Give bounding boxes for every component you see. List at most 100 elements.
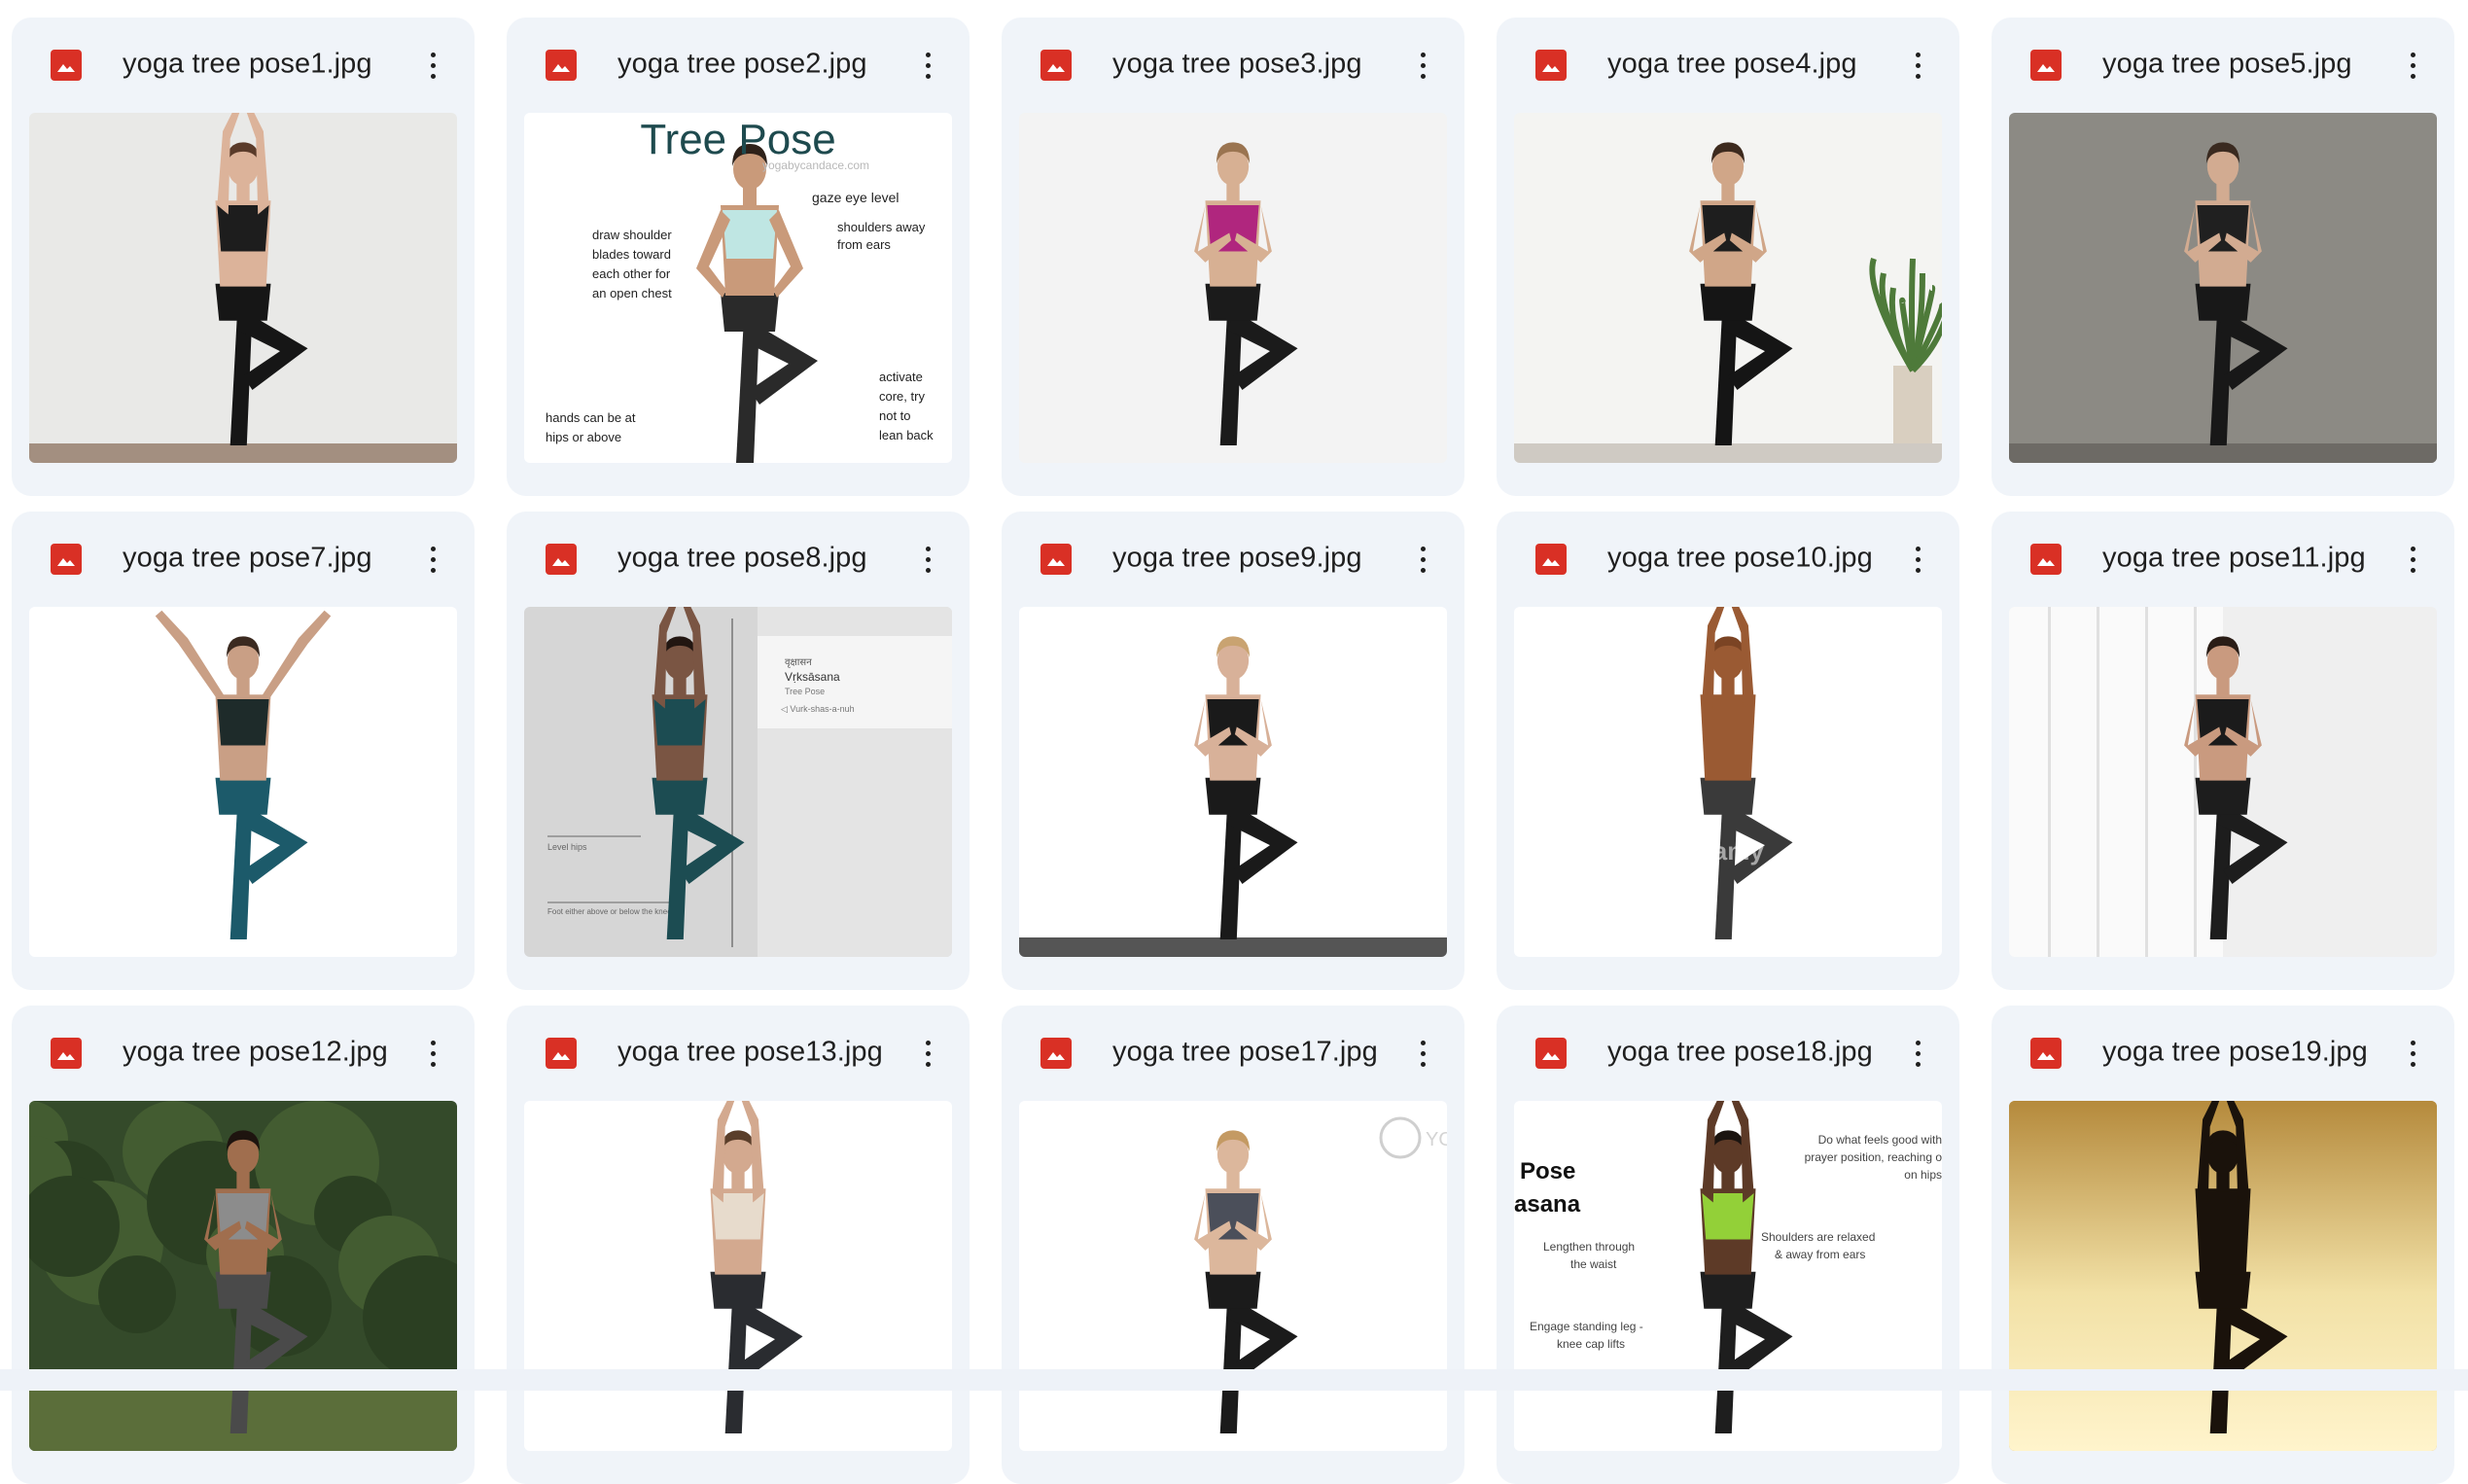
more-options-icon[interactable] bbox=[2398, 538, 2427, 581]
file-card[interactable]: yoga tree pose9.jpg bbox=[1002, 512, 1464, 990]
file-card[interactable]: yoga tree pose3.jpg bbox=[1002, 18, 1464, 496]
more-options-icon[interactable] bbox=[913, 1032, 942, 1075]
logo-text: YO BA bbox=[1426, 1129, 1447, 1150]
file-card[interactable]: yoga tree pose7.jpg bbox=[12, 512, 475, 990]
file-card[interactable]: yoga tree pose17.jpg YO BA bbox=[1002, 1006, 1464, 1484]
dot bbox=[1916, 557, 1921, 562]
file-card[interactable]: yoga tree pose18.jpg Pose asana Lengthen th… bbox=[1497, 1006, 1959, 1484]
file-thumbnail[interactable]: YO BA bbox=[1019, 1101, 1447, 1451]
dot bbox=[926, 1062, 931, 1067]
file-card[interactable]: yoga tree pose1.jpg bbox=[12, 18, 475, 496]
thumbnail-image: Tree Poseyogabycandace.com gaze eye level… bbox=[524, 113, 952, 463]
blades-label-2: blades toward bbox=[592, 247, 671, 262]
file-card[interactable]: yoga tree pose5.jpg bbox=[1992, 18, 2454, 496]
more-options-icon[interactable] bbox=[1903, 44, 1932, 87]
thumbnail-image bbox=[29, 607, 457, 957]
file-name: yoga tree pose3.jpg bbox=[1112, 48, 1362, 80]
hips bbox=[1700, 283, 1756, 321]
feels-label: Do what feels good with bbox=[1818, 1133, 1942, 1147]
file-name: yoga tree pose4.jpg bbox=[1607, 48, 1857, 80]
more-options-icon[interactable] bbox=[913, 538, 942, 581]
file-card[interactable]: yoga tree pose12.jpg bbox=[12, 1006, 475, 1484]
shoulders-label-2: from ears bbox=[837, 237, 891, 252]
more-options-icon[interactable] bbox=[1903, 1032, 1932, 1075]
floor bbox=[29, 443, 457, 463]
dot bbox=[1916, 63, 1921, 68]
file-card-header: yoga tree pose1.jpg bbox=[12, 18, 475, 113]
dot bbox=[2411, 1041, 2415, 1045]
file-thumbnail[interactable]: वृक्षासन Vṛksāsana Tree Pose ◁ Vurk-shas-a-… bbox=[524, 607, 952, 957]
file-name: yoga tree pose11.jpg bbox=[2102, 542, 2366, 574]
plant-pot bbox=[1893, 366, 1932, 443]
thumbnail-image bbox=[1019, 113, 1447, 463]
top-garment bbox=[217, 205, 269, 252]
dot bbox=[431, 53, 436, 57]
more-options-icon[interactable] bbox=[418, 44, 447, 87]
leg-label: Engage standing leg - bbox=[1530, 1320, 1643, 1333]
file-thumbnail[interactable]: Tree Pose yogabycandace.com gaze eye level… bbox=[524, 113, 952, 463]
file-name: yoga tree pose19.jpg bbox=[2102, 1036, 2368, 1068]
image-file-icon bbox=[2030, 1038, 2062, 1069]
dot bbox=[2411, 63, 2415, 68]
file-card[interactable]: yoga tree pose19.jpg bbox=[1992, 1006, 2454, 1484]
file-thumbnail[interactable] bbox=[2009, 113, 2437, 463]
dot bbox=[1421, 53, 1426, 57]
more-options-icon[interactable] bbox=[2398, 44, 2427, 87]
file-card[interactable]: yoga tree pose4.jpg bbox=[1497, 18, 1959, 496]
file-card[interactable]: yoga tree pose10.jpg alamy bbox=[1497, 512, 1959, 990]
file-name: yoga tree pose2.jpg bbox=[617, 48, 867, 80]
shoulders-relaxed-label: Shoulders are relaxed bbox=[1761, 1230, 1875, 1244]
hips bbox=[215, 777, 271, 815]
thumbnail-image bbox=[2009, 607, 2437, 957]
file-card-header: yoga tree pose4.jpg bbox=[1497, 18, 1959, 113]
file-thumbnail[interactable] bbox=[524, 1101, 952, 1451]
more-options-icon[interactable] bbox=[1408, 538, 1437, 581]
floor bbox=[2009, 443, 2437, 463]
file-thumbnail[interactable] bbox=[2009, 1101, 2437, 1451]
hips bbox=[721, 293, 779, 332]
file-card-header: yoga tree pose19.jpg bbox=[1992, 1006, 2454, 1101]
image-file-icon bbox=[51, 1038, 82, 1069]
dot bbox=[2411, 53, 2415, 57]
floor bbox=[1514, 443, 1942, 463]
file-thumbnail[interactable] bbox=[29, 113, 457, 463]
more-options-icon[interactable] bbox=[2398, 1032, 2427, 1075]
more-options-icon[interactable] bbox=[913, 44, 942, 87]
file-card[interactable]: yoga tree pose13.jpg bbox=[507, 1006, 970, 1484]
file-thumbnail[interactable] bbox=[1514, 113, 1942, 463]
dot bbox=[926, 74, 931, 79]
file-thumbnail[interactable] bbox=[2009, 607, 2437, 957]
more-options-icon[interactable] bbox=[418, 538, 447, 581]
more-options-icon[interactable] bbox=[1408, 44, 1437, 87]
dot bbox=[2411, 1051, 2415, 1056]
file-thumbnail[interactable]: alamy bbox=[1514, 607, 1942, 957]
more-options-icon[interactable] bbox=[418, 1032, 447, 1075]
blades-label-3: each other for bbox=[592, 266, 671, 281]
file-name: yoga tree pose12.jpg bbox=[123, 1036, 388, 1068]
file-card-header: yoga tree pose11.jpg bbox=[1992, 512, 2454, 607]
window-frame bbox=[2048, 607, 2051, 957]
top-garment bbox=[217, 699, 269, 746]
more-options-icon[interactable] bbox=[1408, 1032, 1437, 1075]
more-options-icon[interactable] bbox=[1903, 538, 1932, 581]
file-card[interactable]: yoga tree pose2.jpg Tree Pose yogabycandac… bbox=[507, 18, 970, 496]
file-card[interactable]: yoga tree pose11.jpg bbox=[1992, 512, 2454, 990]
dot bbox=[926, 1041, 931, 1045]
file-thumbnail[interactable] bbox=[29, 1101, 457, 1451]
file-thumbnail[interactable] bbox=[29, 607, 457, 957]
file-thumbnail[interactable]: Pose asana Lengthen through the waist Engage… bbox=[1514, 1101, 1942, 1451]
core-label: activate bbox=[879, 370, 923, 384]
dot bbox=[431, 63, 436, 68]
thumbnail-image bbox=[29, 113, 457, 463]
file-name: yoga tree pose17.jpg bbox=[1112, 1036, 1378, 1068]
hips bbox=[1205, 283, 1261, 321]
asana-title: asana bbox=[1514, 1191, 1581, 1218]
window-light bbox=[2009, 607, 2223, 957]
core-label-3: not to bbox=[879, 408, 911, 423]
dot bbox=[926, 557, 931, 562]
file-thumbnail[interactable] bbox=[1019, 607, 1447, 957]
file-grid: yoga tree pose1.jpg yoga tree pose2.jpg Tr… bbox=[12, 18, 2454, 1484]
file-card[interactable]: yoga tree pose8.jpg वृक्षासन Vṛksāsana Tree… bbox=[507, 512, 970, 990]
file-thumbnail[interactable] bbox=[1019, 113, 1447, 463]
hips bbox=[215, 1271, 271, 1309]
